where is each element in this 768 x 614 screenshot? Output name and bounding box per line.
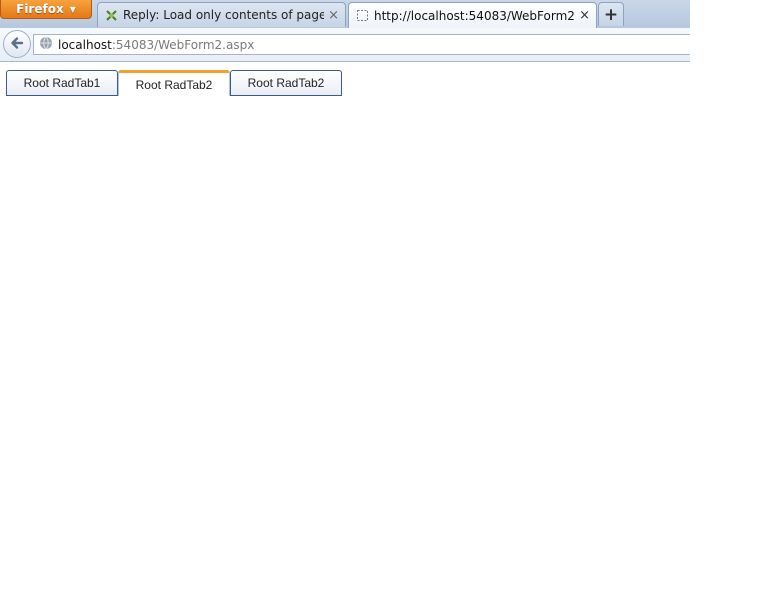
new-tab-button[interactable]: + [598,2,624,26]
browser-tab-reply[interactable]: Reply: Load only contents of page on... … [97,2,346,27]
address-path: :54083/WebForm2.aspx [111,37,255,52]
globe-icon [39,36,53,53]
close-icon[interactable]: × [328,8,339,23]
radtabstrip: Root RadTab1 Root RadTab2 Root RadTab2 [6,70,342,96]
browser-chrome: Firefox ▼ Reply: Load only contents of p… [0,0,690,62]
browser-tab-title: Reply: Load only contents of page on... [123,8,325,22]
address-text: localhost:54083/WebForm2.aspx [58,38,254,52]
browser-tab-strip: Firefox ▼ Reply: Load only contents of p… [0,0,690,29]
radtab-root-3[interactable]: Root RadTab2 [230,70,342,96]
address-host: localhost [58,37,112,52]
navigation-bar: localhost:54083/WebForm2.aspx [0,28,690,62]
firefox-menu-label: Firefox [16,2,64,16]
browser-tab-webform2[interactable]: http://localhost:54083/WebForm2.aspx × [348,2,597,28]
address-bar[interactable]: localhost:54083/WebForm2.aspx [33,34,690,55]
caret-down-icon: ▼ [69,4,76,14]
back-arrow-icon [9,35,25,54]
radtab-root-2-selected[interactable]: Root RadTab2 [118,70,230,96]
close-icon[interactable]: × [579,8,590,23]
radtab-root-1[interactable]: Root RadTab1 [6,70,118,96]
browser-tab-title: http://localhost:54083/WebForm2.aspx [374,8,575,23]
firefox-menu-button[interactable]: Firefox ▼ [0,0,92,19]
back-button[interactable] [3,30,31,58]
blank-page-icon [355,9,369,23]
telerik-icon [104,8,118,22]
